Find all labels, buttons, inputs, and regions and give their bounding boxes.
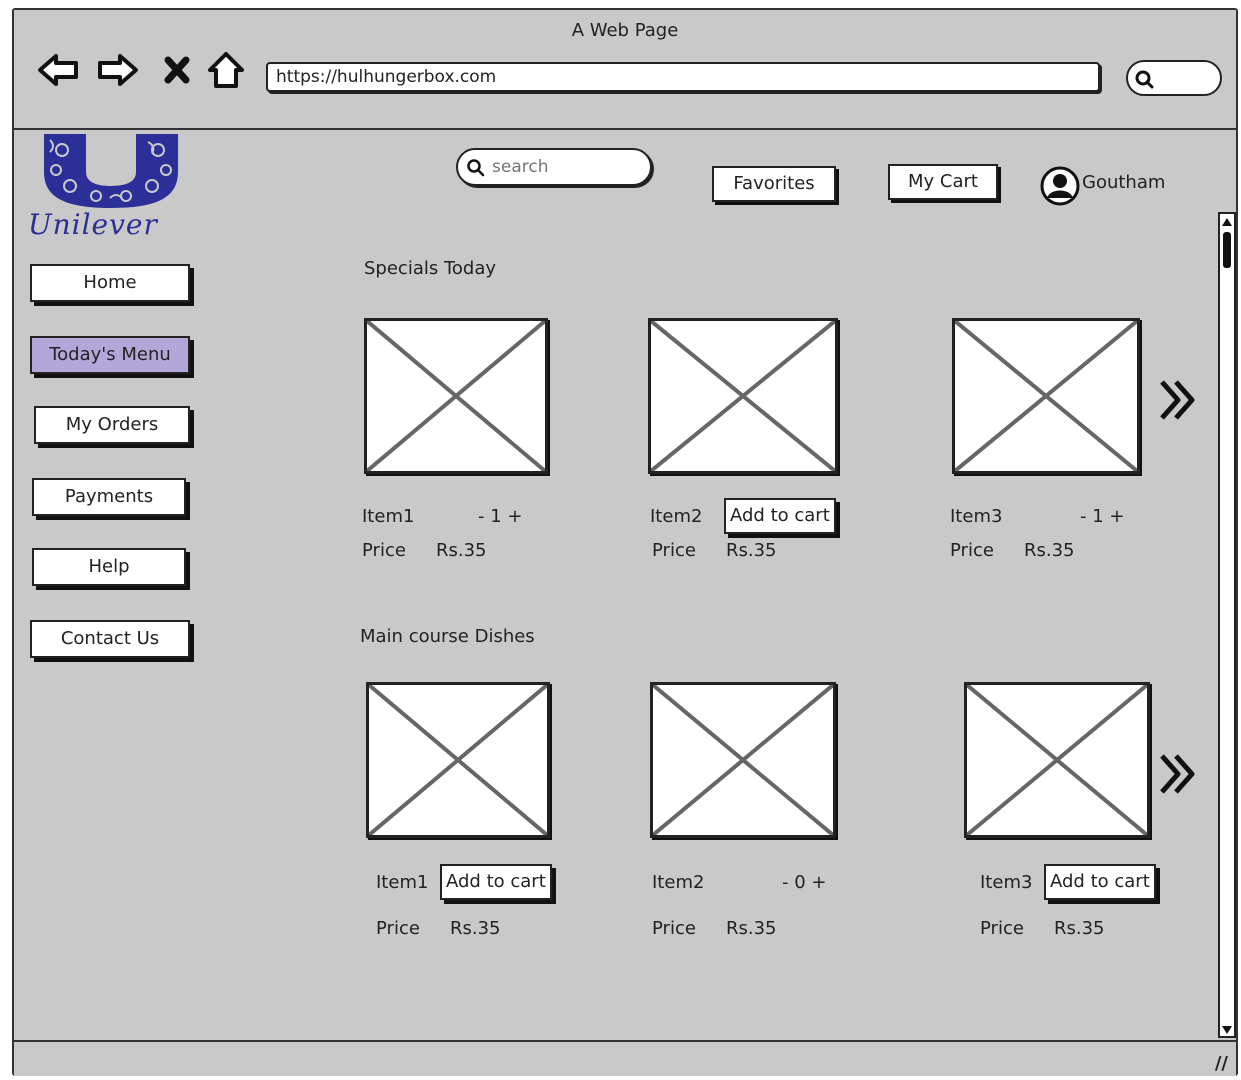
price-value: Rs.35 (726, 540, 777, 561)
item-name: Item3 (950, 506, 1003, 527)
scroll-thumb[interactable] (1223, 232, 1231, 268)
scroll-up-arrow-icon[interactable] (1220, 214, 1234, 228)
item-image-placeholder[interactable] (650, 682, 836, 838)
section-title-main-course: Main course Dishes (360, 626, 535, 647)
forward-arrow-icon[interactable] (96, 48, 140, 92)
item-image-placeholder[interactable] (952, 318, 1140, 474)
item-image-placeholder[interactable] (964, 682, 1150, 838)
back-arrow-icon[interactable] (36, 48, 80, 92)
price-label: Price (980, 918, 1024, 939)
item-name: Item3 (980, 872, 1033, 893)
sidebar-item-contact-us[interactable]: Contact Us (30, 620, 190, 658)
status-bar: // (14, 1040, 1236, 1076)
vertical-scrollbar[interactable] (1218, 212, 1236, 1038)
sidebar-item-home[interactable]: Home (30, 264, 190, 302)
price-value: Rs.35 (436, 540, 487, 561)
logo-wordmark: Unilever (28, 208, 158, 241)
user-name: Goutham (1082, 172, 1166, 193)
search-input[interactable] (490, 154, 644, 180)
my-cart-button[interactable]: My Cart (888, 164, 998, 200)
price-value: Rs.35 (450, 918, 501, 939)
add-to-cart-button[interactable]: Add to cart (724, 498, 836, 534)
item-image-placeholder[interactable] (364, 318, 548, 474)
price-label: Price (362, 540, 406, 561)
favorites-button[interactable]: Favorites (712, 166, 836, 202)
sidebar-item-payments[interactable]: Payments (32, 478, 186, 516)
home-icon[interactable] (204, 48, 248, 92)
add-to-cart-button[interactable]: Add to cart (1044, 864, 1156, 900)
add-to-cart-button[interactable]: Add to cart (440, 864, 552, 900)
item-image-placeholder[interactable] (366, 682, 550, 838)
browser-toolbar: A Web Page https://hulhungerbox.com (14, 10, 1236, 130)
search-icon (1135, 70, 1154, 89)
price-label: Price (652, 540, 696, 561)
quantity-stepper[interactable]: - 0 + (782, 872, 826, 893)
browser-search-field[interactable] (1126, 60, 1222, 96)
site-search-field[interactable] (456, 148, 652, 186)
close-x-icon[interactable] (160, 48, 204, 92)
quantity-stepper[interactable]: - 1 + (478, 506, 522, 527)
price-value: Rs.35 (726, 918, 777, 939)
sidebar-item-my-orders[interactable]: My Orders (34, 406, 190, 444)
item-name: Item1 (376, 872, 429, 893)
item-name: Item1 (362, 506, 415, 527)
item-name: Item2 (652, 872, 705, 893)
price-label: Price (652, 918, 696, 939)
price-value: Rs.35 (1054, 918, 1105, 939)
sidebar-item-help[interactable]: Help (32, 548, 186, 586)
item-name: Item2 (650, 506, 703, 527)
item-image-placeholder[interactable] (648, 318, 838, 474)
url-field[interactable]: https://hulhungerbox.com (266, 62, 1100, 92)
sidebar-item-todays-menu[interactable]: Today's Menu (30, 336, 190, 374)
chevron-double-right-icon[interactable] (1158, 752, 1202, 796)
scroll-down-arrow-icon[interactable] (1220, 1022, 1234, 1036)
window-title: A Web Page (571, 20, 679, 41)
price-label: Price (376, 918, 420, 939)
resize-grip-icon[interactable]: // (1215, 1053, 1228, 1074)
chevron-double-right-icon[interactable] (1158, 378, 1202, 422)
user-avatar-icon (1040, 166, 1080, 206)
search-icon (467, 159, 485, 177)
section-title-specials: Specials Today (364, 258, 497, 279)
quantity-stepper[interactable]: - 1 + (1080, 506, 1124, 527)
price-value: Rs.35 (1024, 540, 1075, 561)
price-label: Price (950, 540, 994, 561)
